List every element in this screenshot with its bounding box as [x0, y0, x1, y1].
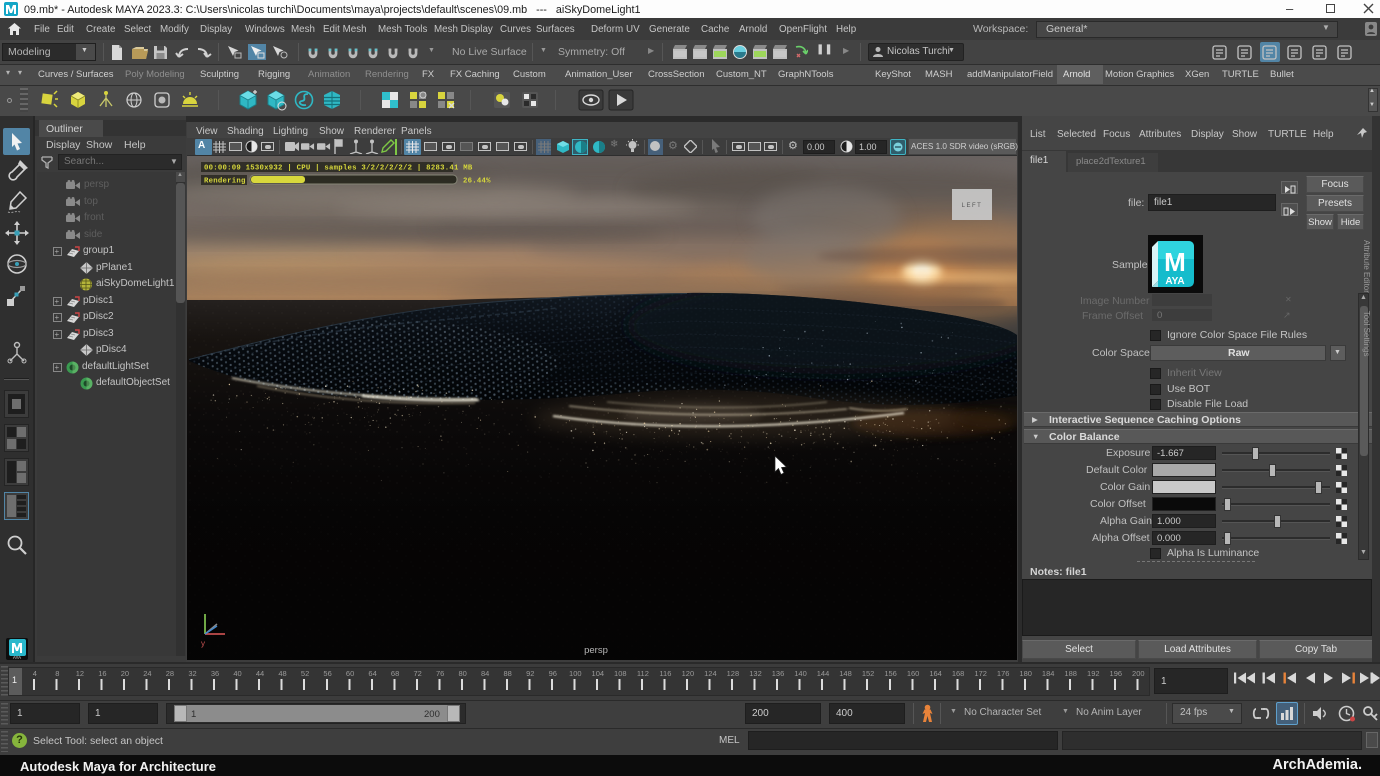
- svg-text:AYA: AYA: [13, 655, 21, 660]
- svg-text:Rendering: Rendering: [204, 178, 246, 186]
- svg-text:M: M: [1164, 247, 1186, 277]
- svg-text:y: y: [201, 639, 205, 648]
- svg-text:AYA: AYA: [1165, 276, 1184, 287]
- svg-text:00:00:09 1530x932 | CPU | samp: 00:00:09 1530x932 | CPU | samples 3/2/2/…: [204, 165, 473, 173]
- svg-text:26.44%: 26.44%: [463, 178, 491, 186]
- svg-text:LEFT: LEFT: [962, 203, 983, 209]
- svg-text:persp: persp: [584, 645, 608, 656]
